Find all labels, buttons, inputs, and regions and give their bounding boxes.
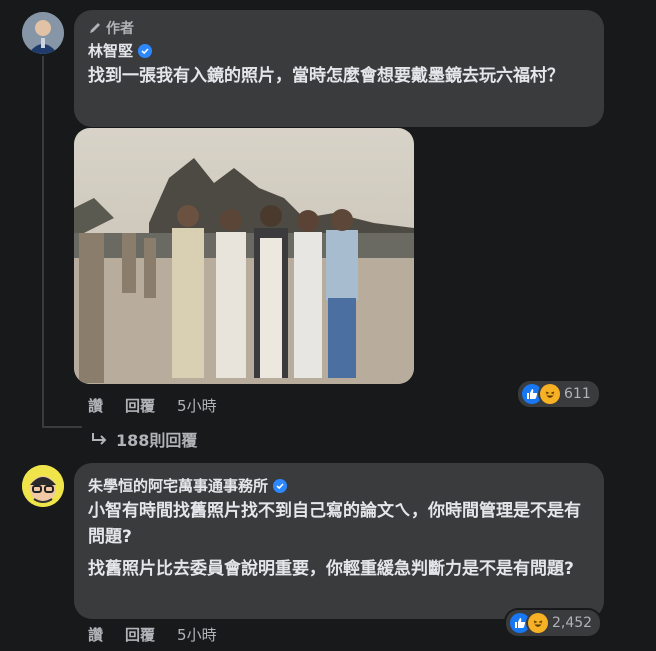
comment-bubble-author: 作者 林智堅 找到一張我有入鏡的照片，當時怎麼會想要戴墨鏡去玩六福村？ xyxy=(74,10,604,127)
avatar-image xyxy=(22,12,64,54)
comment-paragraph-2: 找舊照片比去委員會說明重要，你輕重緩急判斷力是不是有問題? xyxy=(88,559,574,579)
comment-paragraph-1: 小智有時間找舊照片找不到自己寫的論文ㄟ，你時間管理是不是有問題? xyxy=(88,501,581,547)
timestamp[interactable]: 5小時 xyxy=(177,395,217,416)
reply-button[interactable]: 回覆 xyxy=(125,395,155,416)
commenter-name[interactable]: 林智堅 xyxy=(88,40,133,61)
haha-reaction-icon xyxy=(528,613,548,633)
like-button[interactable]: 讚 xyxy=(88,395,103,416)
comment-bubble-reply: 朱學恒的阿宅萬事通事務所 小智有時間找舊照片找不到自己寫的論文ㄟ，你時間管理是不… xyxy=(74,463,604,619)
reply-arrow-icon xyxy=(92,433,107,445)
thread-line xyxy=(42,56,44,428)
replies-count-label: 188則回覆 xyxy=(116,431,198,450)
author-badge-label: 作者 xyxy=(106,21,134,37)
author-badge: 作者 xyxy=(88,18,590,38)
like-button[interactable]: 讚 xyxy=(88,624,103,645)
reaction-summary[interactable]: 611 xyxy=(518,381,599,407)
comment-actions: 讚 回覆 5小時 xyxy=(88,624,217,645)
avatar-commenter[interactable] xyxy=(22,465,64,507)
reply-button[interactable]: 回覆 xyxy=(125,624,155,645)
haha-reaction-icon xyxy=(540,384,560,404)
group-photo-image xyxy=(74,128,414,384)
reaction-count: 2,452 xyxy=(552,615,593,631)
view-replies-link[interactable]: 188則回覆 xyxy=(90,427,197,451)
verified-badge-icon xyxy=(273,478,288,493)
commenter-name[interactable]: 朱學恒的阿宅萬事通事務所 xyxy=(88,475,268,496)
like-reaction-icon xyxy=(522,384,542,404)
reaction-count: 611 xyxy=(564,386,591,402)
verified-badge-icon xyxy=(138,43,153,58)
avatar-image xyxy=(22,465,64,507)
comment-photo[interactable] xyxy=(74,128,414,384)
avatar-author[interactable] xyxy=(22,12,64,54)
like-reaction-icon xyxy=(510,613,530,633)
thread-line-curve xyxy=(42,426,82,428)
comment-text: 找到一張我有入鏡的照片，當時怎麼會想要戴墨鏡去玩六福村？ xyxy=(88,66,564,86)
timestamp[interactable]: 5小時 xyxy=(177,624,217,645)
reaction-summary[interactable]: 2,452 xyxy=(506,610,601,636)
pencil-icon xyxy=(90,23,100,33)
comment-actions: 讚 回覆 5小時 xyxy=(88,395,217,416)
